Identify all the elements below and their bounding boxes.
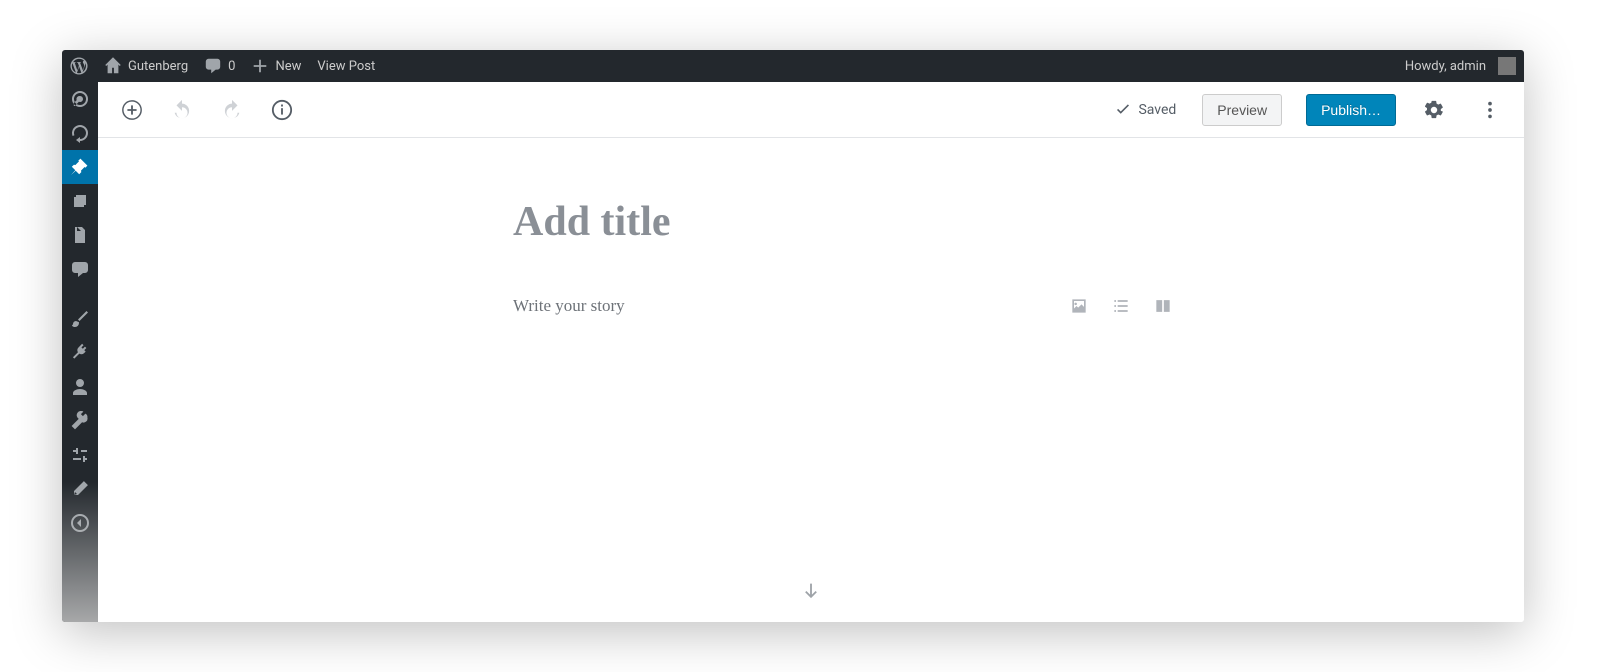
howdy-account[interactable]: Howdy, admin bbox=[1397, 50, 1524, 82]
comment-icon bbox=[70, 259, 90, 279]
sidebar-item-pages[interactable] bbox=[62, 218, 98, 252]
post-title-input[interactable] bbox=[513, 198, 1173, 246]
block-appender-button[interactable] bbox=[800, 580, 822, 606]
settings-toggle-button[interactable] bbox=[1416, 92, 1452, 128]
undo-button[interactable] bbox=[164, 92, 200, 128]
howdy-label: Howdy, admin bbox=[1405, 59, 1486, 74]
admin-bar: Gutenberg 0 New View Post Howdy, admin bbox=[62, 50, 1524, 82]
sidebar-item-plugins[interactable] bbox=[62, 336, 98, 370]
sidebar-item-media[interactable] bbox=[62, 184, 98, 218]
pages-icon bbox=[70, 225, 90, 245]
brush-icon bbox=[70, 309, 90, 329]
plus-icon bbox=[251, 57, 269, 75]
sidebar-item-comments[interactable] bbox=[62, 252, 98, 286]
app-window: Gutenberg 0 New View Post Howdy, admin bbox=[62, 50, 1524, 622]
view-post-label: View Post bbox=[317, 59, 375, 74]
gear-icon bbox=[1423, 99, 1445, 121]
view-post-link[interactable]: View Post bbox=[309, 50, 383, 82]
undo-icon bbox=[171, 99, 193, 121]
preview-button[interactable]: Preview bbox=[1202, 94, 1282, 126]
wordpress-icon bbox=[70, 57, 88, 75]
paragraph-placeholder[interactable]: Write your story bbox=[513, 296, 1069, 316]
editor-canvas: Write your story bbox=[513, 198, 1173, 316]
arrow-down-icon bbox=[800, 580, 822, 602]
pin-icon bbox=[70, 157, 90, 177]
sidebar-item-appearance[interactable] bbox=[62, 302, 98, 336]
redo-icon bbox=[221, 99, 243, 121]
image-icon[interactable] bbox=[1069, 296, 1089, 316]
more-vertical-icon bbox=[1479, 99, 1501, 121]
sidebar-item-users[interactable] bbox=[62, 370, 98, 404]
sidebar-item-collapse[interactable] bbox=[62, 506, 98, 540]
wrench-icon bbox=[70, 411, 90, 431]
comments-link[interactable]: 0 bbox=[196, 50, 243, 82]
info-icon bbox=[271, 99, 293, 121]
editor-area: Saved Preview Publish… Write your story bbox=[98, 82, 1524, 622]
publish-button[interactable]: Publish… bbox=[1306, 94, 1396, 126]
sidebar-item-dashboard[interactable] bbox=[62, 82, 98, 116]
list-icon[interactable] bbox=[1111, 296, 1131, 316]
plug-icon bbox=[70, 343, 90, 363]
update-icon bbox=[70, 123, 90, 143]
sidebar-item-updates[interactable] bbox=[62, 116, 98, 150]
more-menu-button[interactable] bbox=[1472, 92, 1508, 128]
editor-topbar: Saved Preview Publish… bbox=[98, 82, 1524, 138]
columns-icon[interactable] bbox=[1153, 296, 1173, 316]
content-info-button[interactable] bbox=[264, 92, 300, 128]
new-content-link[interactable]: New bbox=[243, 50, 309, 82]
quick-insert-icons bbox=[1069, 296, 1173, 316]
add-icon bbox=[121, 99, 143, 121]
sidebar-item-custom[interactable] bbox=[62, 472, 98, 506]
save-status: Saved bbox=[1114, 101, 1176, 119]
comment-icon bbox=[204, 57, 222, 75]
collapse-icon bbox=[70, 513, 90, 533]
dashboard-icon bbox=[70, 89, 90, 109]
avatar bbox=[1498, 57, 1516, 75]
user-icon bbox=[70, 377, 90, 397]
new-label: New bbox=[275, 59, 301, 74]
redo-button[interactable] bbox=[214, 92, 250, 128]
sidebar-item-settings[interactable] bbox=[62, 438, 98, 472]
default-block-row: Write your story bbox=[513, 296, 1173, 316]
sidebar-item-posts[interactable] bbox=[62, 150, 98, 184]
add-block-button[interactable] bbox=[114, 92, 150, 128]
site-name-label: Gutenberg bbox=[128, 59, 188, 74]
site-name-link[interactable]: Gutenberg bbox=[96, 50, 196, 82]
sidebar-item-tools[interactable] bbox=[62, 404, 98, 438]
admin-sidebar bbox=[62, 82, 98, 622]
home-icon bbox=[104, 57, 122, 75]
check-icon bbox=[1114, 101, 1132, 119]
pencil-icon bbox=[70, 479, 90, 499]
comment-count-badge: 0 bbox=[228, 59, 235, 74]
media-icon bbox=[70, 191, 90, 211]
sliders-icon bbox=[70, 445, 90, 465]
saved-label: Saved bbox=[1138, 102, 1176, 118]
wp-logo-menu[interactable] bbox=[62, 50, 96, 82]
